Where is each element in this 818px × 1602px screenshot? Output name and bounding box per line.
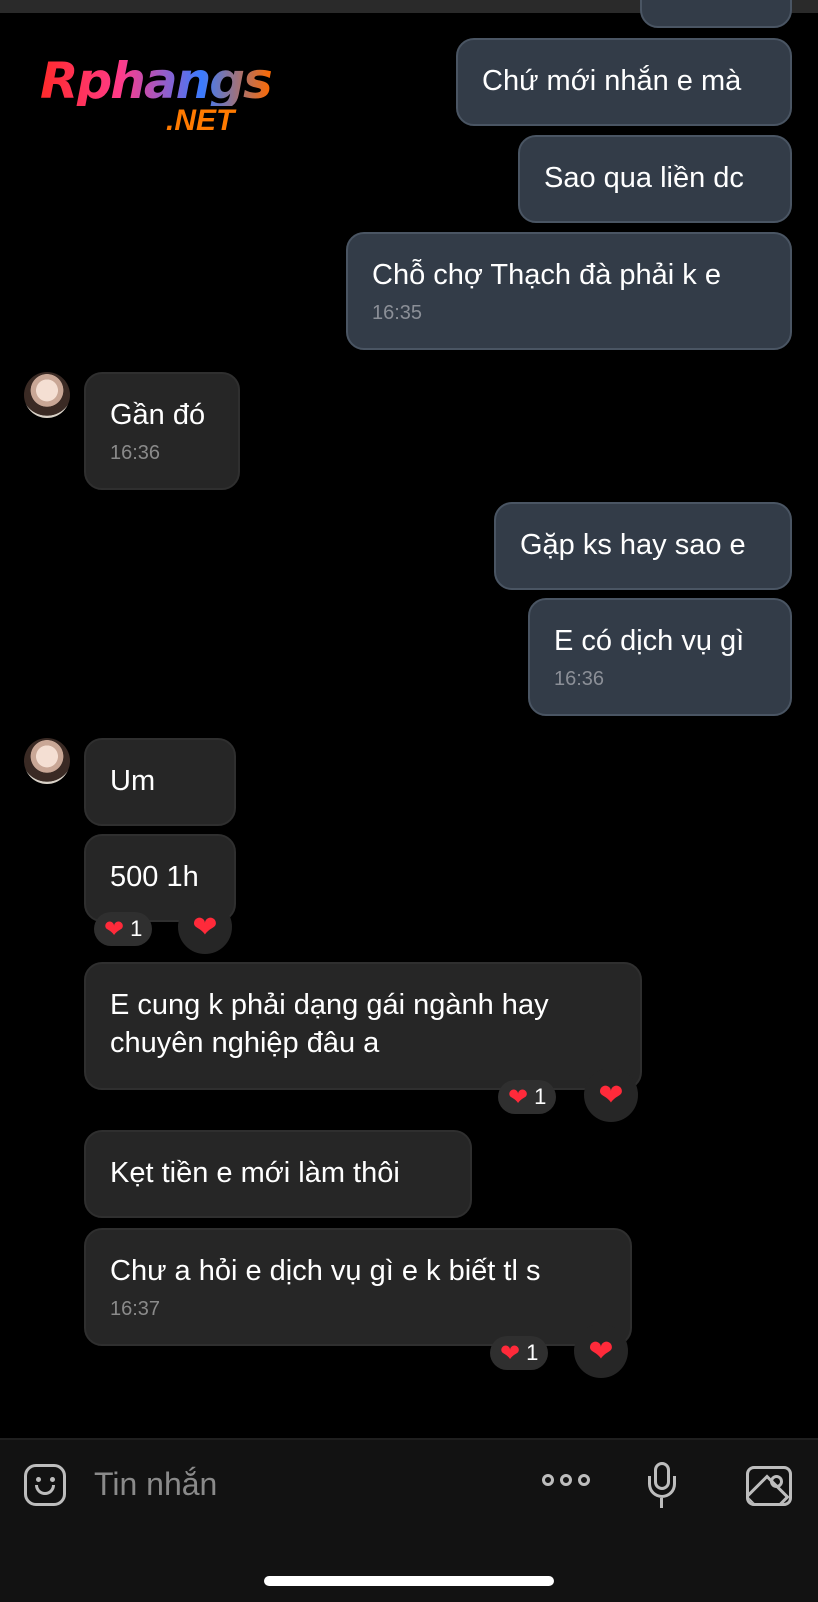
message-bubble-outgoing[interactable]: Chỗ chợ Thạch đà phải k e 16:35 <box>346 232 792 350</box>
message-time: 16:36 <box>554 668 605 690</box>
heart-reaction-button[interactable]: ❤ <box>574 1324 628 1378</box>
reaction-count: 1 <box>534 1084 547 1109</box>
message-text: Gần đó <box>110 399 206 431</box>
heart-icon: ❤ <box>104 915 125 943</box>
reaction-summary[interactable]: ❤ 1 <box>94 912 153 946</box>
message-bubble-incoming[interactable]: Gần đó 16:36 <box>84 372 240 490</box>
message-bubble-incoming[interactable]: Kẹt tiền e mới làm thôi <box>84 1130 472 1218</box>
message-text: Um <box>110 765 156 797</box>
heart-icon: ❤ <box>192 910 218 944</box>
message-text-line1: E cung k phải dạng gái ngành hay <box>110 989 549 1021</box>
message-bubble-outgoing[interactable]: Gặp ks hay sao e <box>494 502 792 590</box>
reaction-count: 1 <box>130 916 143 941</box>
message-time: 16:37 <box>110 1298 161 1320</box>
image-icon[interactable] <box>746 1466 792 1506</box>
message-bubble-incoming[interactable]: Chư a hỏi e dịch vụ gì e k biết tl s 16:… <box>84 1228 632 1346</box>
watermark-line1: Rphangs <box>40 52 273 110</box>
message-bubble-incoming[interactable]: E cung k phải dạng gái ngành hay chuyên … <box>84 962 642 1090</box>
heart-reaction-button[interactable]: ❤ <box>178 900 232 954</box>
message-bubble-clipped[interactable] <box>640 0 792 28</box>
heart-icon: ❤ <box>508 1083 529 1111</box>
message-text: Gặp ks hay sao e <box>520 529 746 561</box>
heart-icon: ❤ <box>598 1078 624 1112</box>
message-text: Chứ mới nhắn e mà <box>482 65 742 97</box>
watermark-line2: .NET <box>166 104 235 137</box>
heart-icon: ❤ <box>588 1334 614 1368</box>
message-bubble-outgoing[interactable]: Sao qua liền dc <box>518 135 792 223</box>
watermark-logo: Rphangs .NET <box>40 52 273 136</box>
message-text: Kẹt tiền e mới làm thôi <box>110 1157 400 1189</box>
heart-reaction-button[interactable]: ❤ <box>584 1068 638 1122</box>
message-text: Chư a hỏi e dịch vụ gì e k biết tl s <box>110 1255 541 1287</box>
emoji-icon[interactable] <box>24 1464 66 1506</box>
message-bubble-outgoing[interactable]: E có dịch vụ gì 16:36 <box>528 598 792 716</box>
message-input[interactable]: Tin nhắn <box>94 1466 217 1503</box>
message-text: Sao qua liền dc <box>544 162 744 194</box>
message-bubble-outgoing[interactable]: Chứ mới nhắn e mà <box>456 38 792 126</box>
more-options-icon[interactable] <box>542 1474 590 1486</box>
contact-avatar[interactable] <box>24 738 70 784</box>
microphone-icon[interactable] <box>648 1462 676 1512</box>
reaction-count: 1 <box>526 1340 539 1365</box>
message-time: 16:36 <box>110 442 161 464</box>
contact-avatar[interactable] <box>24 372 70 418</box>
message-time: 16:35 <box>372 302 423 324</box>
reaction-summary[interactable]: ❤ 1 <box>498 1080 557 1114</box>
message-bubble-incoming[interactable]: Um <box>84 738 236 826</box>
heart-icon: ❤ <box>500 1339 521 1367</box>
message-text: 500 1h <box>110 861 199 893</box>
message-text: E có dịch vụ gì <box>554 625 745 657</box>
message-text: Chỗ chợ Thạch đà phải k e <box>372 259 721 291</box>
home-indicator[interactable] <box>264 1576 554 1586</box>
message-text-line2: chuyên nghiệp đâu a <box>110 1027 380 1059</box>
reaction-summary[interactable]: ❤ 1 <box>490 1336 549 1370</box>
